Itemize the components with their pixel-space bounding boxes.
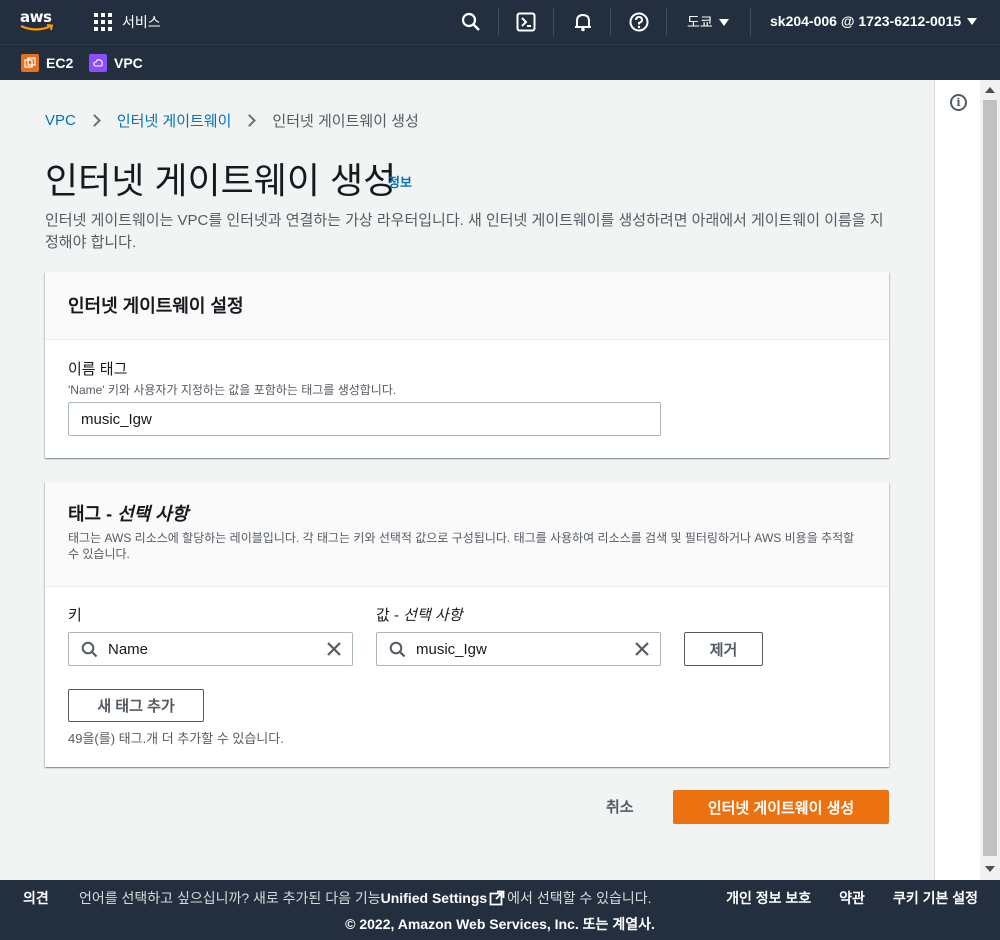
add-tag-button[interactable]: 새 태그 추가: [68, 689, 204, 722]
value-label-optional: 선택 사항: [403, 607, 463, 624]
caret-down-icon: [967, 17, 978, 25]
panel-header: 태그 - 선택 사항 태그는 AWS 리소스에 할당하는 레이블입니다. 각 태…: [45, 482, 889, 587]
help-icon[interactable]: [628, 11, 650, 33]
lang-prefix: 언어를 선택하고 싶으십니까? 새로 추가된 다음 기능: [79, 890, 381, 906]
gateway-settings-panel: 인터넷 게이트웨이 설정 이름 태그 'Name' 키와 사용자가 지정하는 값…: [45, 272, 889, 458]
services-menu[interactable]: 서비스: [94, 12, 161, 32]
breadcrumb: VPC 인터넷 게이트웨이 인터넷 게이트웨이 생성: [45, 110, 419, 131]
favorite-ec2[interactable]: EC2: [21, 54, 73, 72]
footer-links: 개인 정보 보호 약관 쿠키 기본 설정: [726, 888, 978, 908]
breadcrumb-vpc[interactable]: VPC: [45, 112, 76, 129]
key-label: 키: [68, 607, 82, 624]
clear-icon[interactable]: [634, 641, 650, 657]
favorite-vpc[interactable]: VPC: [89, 54, 143, 72]
breadcrumb-internet-gateways[interactable]: 인터넷 게이트웨이: [117, 110, 232, 131]
cloudshell-icon[interactable]: [515, 11, 537, 33]
tags-panel: 태그 - 선택 사항 태그는 AWS 리소스에 할당하는 레이블입니다. 각 태…: [45, 482, 889, 767]
tags-description: 태그는 AWS 리소스에 할당하는 레이블입니다. 각 태그는 키와 선택적 값…: [68, 531, 855, 561]
page-description: 인터넷 게이트웨이는 VPC를 인터넷과 연결하는 가상 라우터입니다. 새 인…: [45, 212, 884, 251]
tag-key-input[interactable]: Name: [68, 632, 353, 666]
top-navigation: aws 서비스 도쿄 sk204-006 @ 1723-6212-0015: [0, 0, 1000, 44]
panel-header: 인터넷 게이트웨이 설정: [45, 272, 889, 340]
account-menu[interactable]: sk204-006 @ 1723-6212-0015: [770, 13, 978, 29]
cancel-button[interactable]: 취소: [606, 796, 634, 817]
value-label-text: 값 -: [376, 607, 404, 624]
aws-logo[interactable]: aws: [20, 9, 56, 35]
panel-title: 인터넷 게이트웨이 설정: [68, 296, 244, 316]
tag-value-value: music_Igw: [416, 640, 487, 658]
name-tag-input[interactable]: music_Igw: [68, 402, 661, 436]
scroll-down-arrow-icon[interactable]: [985, 866, 995, 872]
info-icon[interactable]: i: [950, 94, 967, 111]
scroll-up-arrow-icon[interactable]: [985, 87, 995, 93]
region-selector[interactable]: 도쿄: [687, 12, 729, 32]
info-link[interactable]: 정보: [388, 172, 412, 191]
favorite-ec2-label: EC2: [46, 55, 74, 71]
copyright: © 2022, Amazon Web Services, Inc. 또는 계열사…: [345, 916, 655, 932]
unified-settings-link[interactable]: Unified Settings: [381, 890, 488, 906]
panel-title: 태그 - 선택 사항: [68, 500, 866, 526]
ec2-icon: [21, 54, 39, 72]
favorites-bar: EC2 VPC: [0, 44, 1000, 80]
language-notice: 언어를 선택하고 싶으십니까? 새로 추가된 다음 기능 Unified Set…: [79, 888, 652, 908]
feedback-link[interactable]: 의견: [23, 888, 49, 908]
page-title: 인터넷 게이트웨이 생성: [45, 160, 397, 201]
name-tag-label: 이름 태그: [68, 361, 128, 378]
chevron-right-icon: [87, 114, 101, 127]
region-label: 도쿄: [687, 14, 713, 30]
tags-title-optional: 선택 사항: [117, 504, 189, 524]
remove-tag-button[interactable]: 제거: [684, 632, 763, 666]
external-link-icon: [489, 890, 505, 906]
aws-smile-icon: [20, 24, 54, 31]
footer: 의견 언어를 선택하고 싶으십니까? 새로 추가된 다음 기능 Unified …: [0, 880, 1000, 940]
scroll-thumb[interactable]: [983, 100, 997, 856]
lang-suffix: 에서 선택할 수 있습니다.: [507, 890, 652, 906]
services-label: 서비스: [122, 14, 161, 30]
name-tag-hint: 'Name' 키와 사용자가 지정하는 값을 포함하는 태그를 생성합니다.: [68, 383, 397, 397]
caret-down-icon: [718, 18, 729, 26]
search-icon: [81, 641, 98, 657]
search-icon[interactable]: [460, 11, 482, 33]
chevron-right-icon: [243, 114, 257, 127]
cookie-preferences-link[interactable]: 쿠키 기본 설정: [893, 888, 978, 908]
bell-icon[interactable]: [572, 11, 594, 33]
account-label: sk204-006 @ 1723-6212-0015: [770, 13, 962, 29]
privacy-link[interactable]: 개인 정보 보호: [726, 888, 811, 908]
clear-icon[interactable]: [326, 641, 342, 657]
favorite-vpc-label: VPC: [114, 55, 143, 71]
breadcrumb-current: 인터넷 게이트웨이 생성: [272, 113, 419, 130]
tag-value-input[interactable]: music_Igw: [376, 632, 661, 666]
tools-panel-rail: i: [934, 80, 980, 880]
search-icon: [389, 641, 406, 657]
tags-title: 태그 -: [68, 504, 118, 524]
remaining-tags-hint: 49을(를) 태그.개 더 추가할 수 있습니다.: [68, 731, 284, 746]
vpc-icon: [89, 54, 107, 72]
value-label: 값 - 선택 사항: [376, 604, 463, 625]
grid-icon: [94, 13, 112, 31]
terms-link[interactable]: 약관: [839, 888, 865, 908]
tag-key-value: Name: [108, 640, 149, 658]
scrollbar[interactable]: [980, 80, 1000, 880]
create-internet-gateway-button[interactable]: 인터넷 게이트웨이 생성: [673, 790, 889, 824]
